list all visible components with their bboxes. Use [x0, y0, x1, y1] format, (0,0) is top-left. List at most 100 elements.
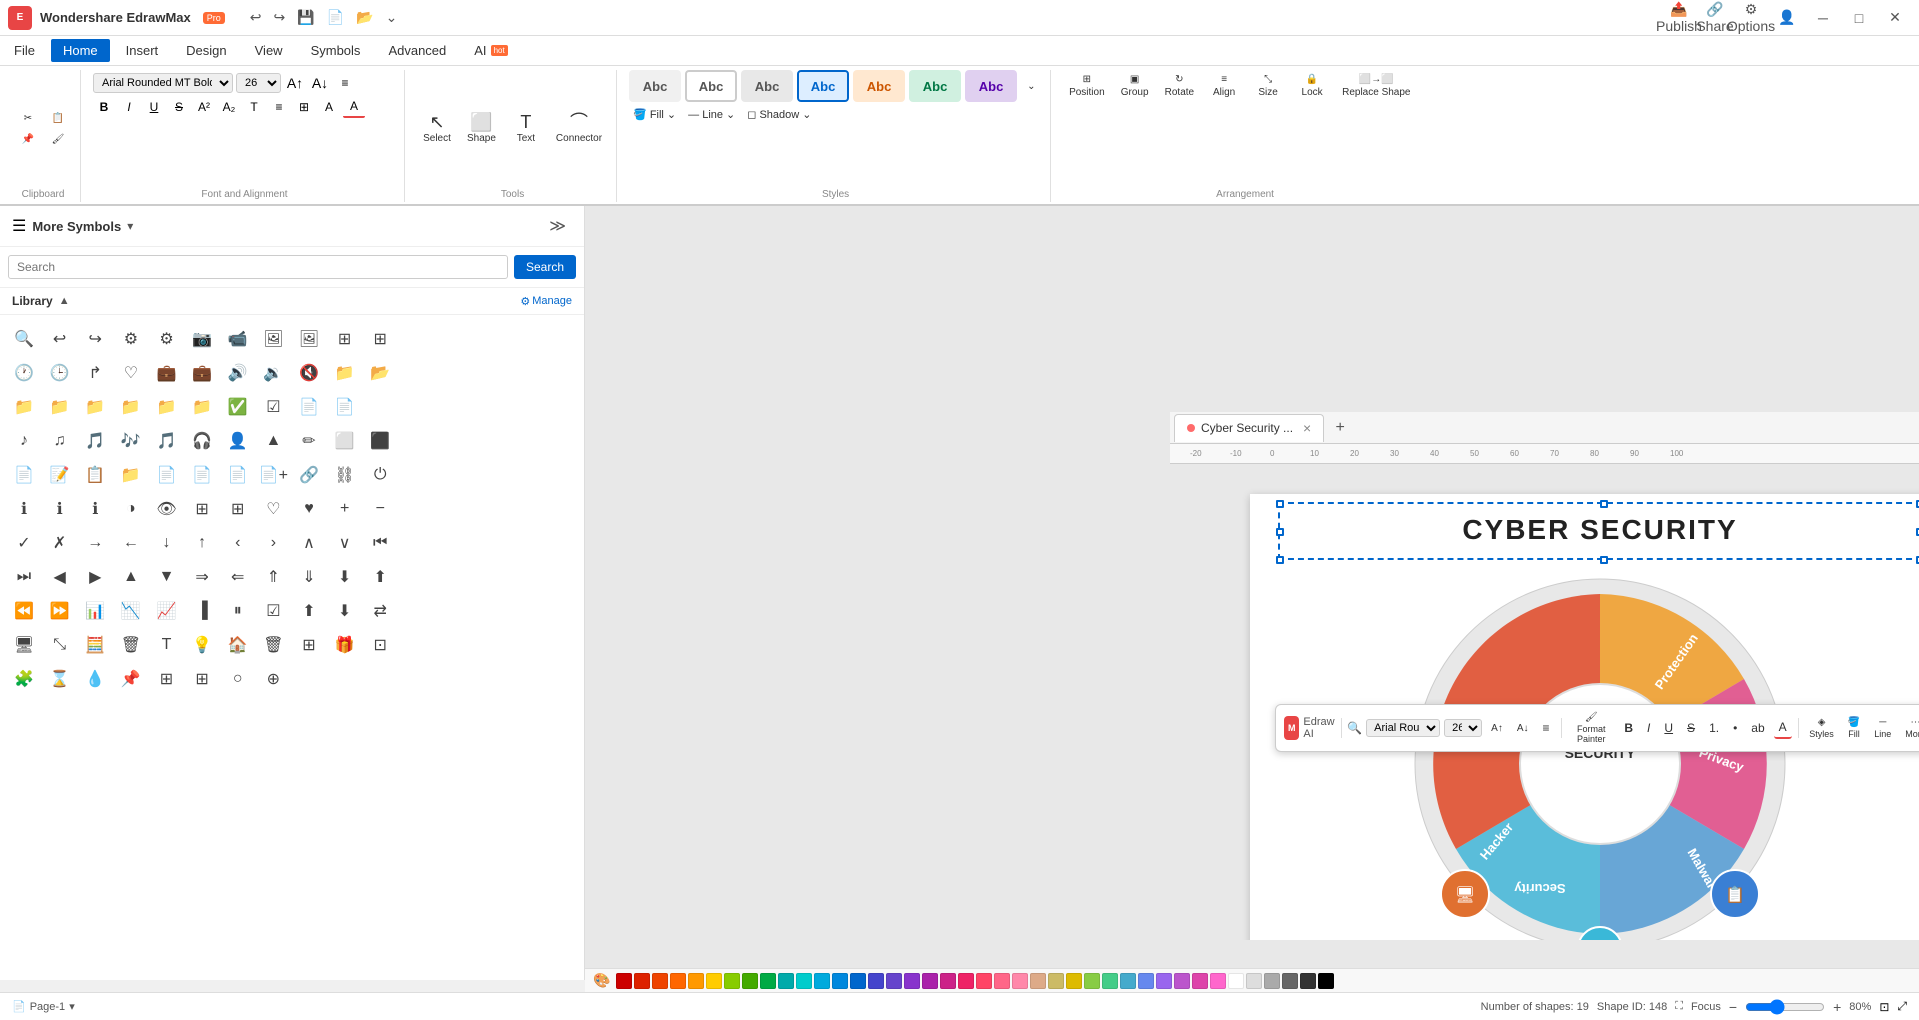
- text-button[interactable]: T Text: [506, 109, 546, 148]
- symbol-resize[interactable]: ⤡: [44, 629, 76, 661]
- line-button[interactable]: — Line ⌄: [684, 106, 739, 123]
- ft-bold[interactable]: B: [1619, 718, 1638, 738]
- symbol-monitor[interactable]: 🖥: [8, 629, 40, 661]
- more-styles-button[interactable]: ⌄: [1021, 77, 1041, 96]
- ft-font-bigger[interactable]: A↑: [1486, 720, 1508, 737]
- color-swatch-cyan[interactable]: [814, 973, 830, 989]
- symbol-folder7[interactable]: 📁: [151, 391, 183, 423]
- symbol-doc1[interactable]: 📄: [293, 391, 325, 423]
- options-button[interactable]: ⚙ Options: [1735, 6, 1767, 30]
- symbol-doc2[interactable]: 📄: [329, 391, 361, 423]
- symbol-arrow-right2[interactable]: ⇒: [186, 561, 218, 593]
- symbol-file3[interactable]: 📋: [79, 459, 111, 491]
- symbol-file7[interactable]: 📄: [222, 459, 254, 491]
- symbol-grid1[interactable]: ⊞: [329, 323, 361, 355]
- color-swatch-magenta[interactable]: [922, 973, 938, 989]
- symbol-triangle-up[interactable]: ▲: [115, 561, 147, 593]
- strikethrough-button[interactable]: S: [168, 96, 190, 118]
- color-swatch-orange-red[interactable]: [652, 973, 668, 989]
- symbol-cross[interactable]: ✗: [44, 527, 76, 559]
- symbol-droplet[interactable]: 💧: [79, 663, 111, 695]
- style-6[interactable]: Abc: [909, 70, 961, 102]
- symbol-folder1[interactable]: 📁: [329, 357, 361, 389]
- symbol-heart[interactable]: ♡: [257, 493, 289, 525]
- undo-button[interactable]: ↩: [245, 7, 267, 28]
- symbol-file4[interactable]: 📁: [115, 459, 147, 491]
- position-button[interactable]: ⊞ Position: [1063, 70, 1111, 102]
- symbol-briefcase1[interactable]: 💼: [151, 357, 183, 389]
- symbol-eye[interactable]: 👁: [151, 493, 183, 525]
- ft-font-smaller[interactable]: A↓: [1512, 720, 1534, 737]
- text-align-button[interactable]: ≡: [334, 72, 356, 94]
- symbol-arrow-corner[interactable]: ↱: [79, 357, 111, 389]
- color-swatch-orchid[interactable]: [1174, 973, 1190, 989]
- symbol-check-circle[interactable]: ✅: [222, 391, 254, 423]
- symbol-image[interactable]: 🖼: [293, 323, 325, 355]
- symbol-text2[interactable]: T: [151, 629, 183, 661]
- symbol-trash[interactable]: 🗑: [115, 629, 147, 661]
- menu-insert[interactable]: Insert: [112, 36, 173, 65]
- symbol-folder4[interactable]: 📁: [44, 391, 76, 423]
- color-swatch-green1[interactable]: [742, 973, 758, 989]
- symbol-search[interactable]: 🔍: [8, 323, 40, 355]
- symbol-power[interactable]: ⏻: [364, 459, 396, 491]
- font-size-increase[interactable]: A↑: [284, 72, 306, 94]
- symbol-windows[interactable]: ⊞: [186, 663, 218, 695]
- color-swatch-fuchsia[interactable]: [1192, 973, 1208, 989]
- symbol-gift[interactable]: 🎁: [329, 629, 361, 661]
- symbol-pencil[interactable]: ✏: [293, 425, 325, 457]
- zoom-in-button[interactable]: +: [1833, 999, 1841, 1015]
- cut-button[interactable]: ✂: [14, 109, 42, 128]
- symbol-grid2[interactable]: ⊞: [364, 323, 396, 355]
- color-swatch-silver[interactable]: [1246, 973, 1262, 989]
- menu-design[interactable]: Design: [172, 36, 240, 65]
- lock-button[interactable]: 🔒 Lock: [1292, 70, 1332, 102]
- style-1[interactable]: Abc: [629, 70, 681, 102]
- tab-cyber-security[interactable]: Cyber Security ... ×: [1174, 414, 1324, 442]
- symbol-music2[interactable]: ♫: [44, 425, 76, 457]
- symbol-chevron-down[interactable]: ∨: [329, 527, 361, 559]
- symbol-folder6[interactable]: 📁: [115, 391, 147, 423]
- color-swatch-peach[interactable]: [1012, 973, 1028, 989]
- symbol-arrow-right[interactable]: →: [79, 527, 111, 559]
- symbol-arrow-down[interactable]: ↓: [151, 527, 183, 559]
- new-button[interactable]: 📄: [322, 7, 349, 28]
- symbol-download[interactable]: ⬇: [329, 561, 361, 593]
- color-swatch-blue2[interactable]: [850, 973, 866, 989]
- color-swatch-light-green[interactable]: [1084, 973, 1100, 989]
- symbol-arrow-up[interactable]: ↑: [186, 527, 218, 559]
- symbol-link2[interactable]: ⛓: [329, 459, 361, 491]
- symbol-download2[interactable]: ⬇: [329, 595, 361, 627]
- symbol-file1[interactable]: 📄: [8, 459, 40, 491]
- format-paste-button[interactable]: 🖌: [44, 130, 72, 149]
- text-style-button[interactable]: T: [243, 96, 265, 118]
- minimize-button[interactable]: ─: [1807, 6, 1839, 30]
- symbol-chevron-left[interactable]: ‹: [222, 527, 254, 559]
- color-swatch-gold[interactable]: [1066, 973, 1082, 989]
- color-swatch-purple[interactable]: [904, 973, 920, 989]
- color-swatch-gray[interactable]: [1264, 973, 1280, 989]
- subscript-button[interactable]: A₂: [218, 96, 240, 118]
- open-button[interactable]: 📂: [351, 7, 378, 28]
- symbol-speaker1[interactable]: 🔊: [222, 357, 254, 389]
- symbol-skip-start[interactable]: ⏮: [364, 527, 396, 559]
- add-tab-button[interactable]: +: [1326, 414, 1354, 442]
- symbol-home[interactable]: 🏠: [222, 629, 254, 661]
- indent-button[interactable]: ⊞: [293, 96, 315, 118]
- profile-button[interactable]: 👤: [1771, 6, 1803, 30]
- select-button[interactable]: ↖ Select: [417, 109, 457, 148]
- symbol-puzzle[interactable]: 🧩: [8, 663, 40, 695]
- symbol-link[interactable]: 🔗: [293, 459, 325, 491]
- symbol-folder5[interactable]: 📁: [79, 391, 111, 423]
- symbol-upload2[interactable]: ⬆: [293, 595, 325, 627]
- align-button[interactable]: ≡ Align: [1204, 70, 1244, 102]
- symbol-checkmark[interactable]: ✓: [8, 527, 40, 559]
- rotate-button[interactable]: ↻ Rotate: [1159, 70, 1200, 102]
- color-swatch-blue1[interactable]: [832, 973, 848, 989]
- symbol-pause[interactable]: ⏸: [222, 595, 254, 627]
- symbol-frame[interactable]: ⊡: [364, 629, 396, 661]
- sidebar-collapse-icon[interactable]: ☰: [12, 216, 26, 236]
- color-swatch-indigo[interactable]: [868, 973, 884, 989]
- shape-button[interactable]: ⬜ Shape: [461, 109, 502, 148]
- symbol-folder3[interactable]: 📁: [8, 391, 40, 423]
